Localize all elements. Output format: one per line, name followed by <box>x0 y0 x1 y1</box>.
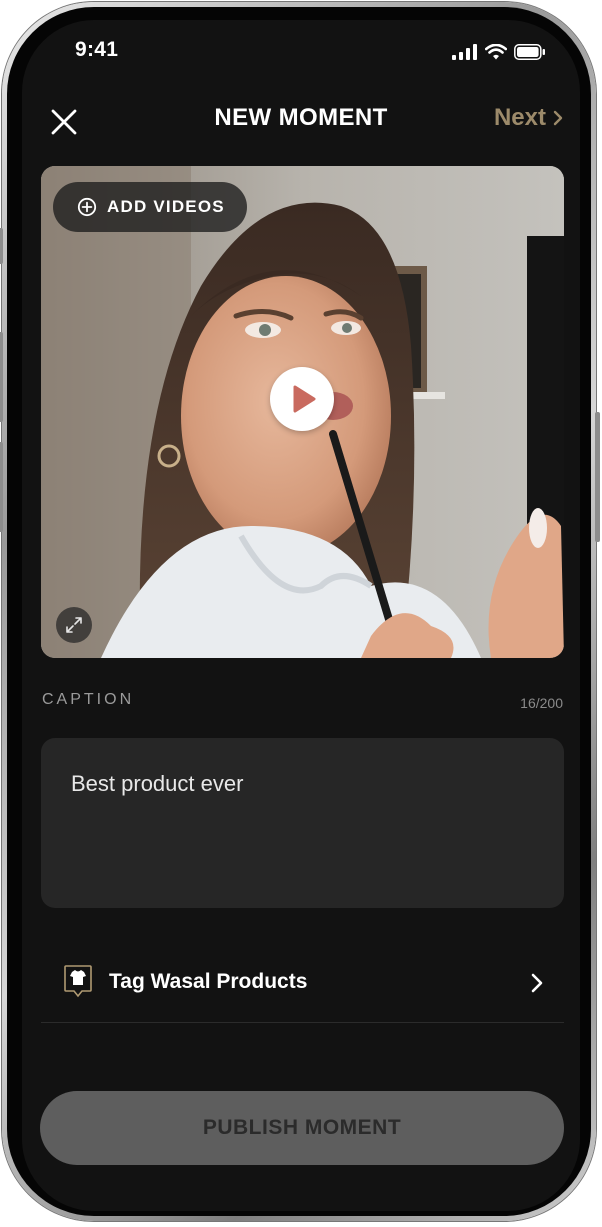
phone-side-button-left-3 <box>0 442 3 532</box>
header: NEW MOMENT Next <box>22 90 580 148</box>
play-button[interactable] <box>270 367 334 431</box>
expand-icon <box>66 617 82 633</box>
next-button[interactable]: Next <box>494 104 564 132</box>
tshirt-tag-icon <box>64 965 92 998</box>
status-time: 9:41 <box>75 38 119 61</box>
status-bar: 9:41 <box>22 20 580 80</box>
battery-icon <box>514 44 545 60</box>
tag-products-label: Tag Wasal Products <box>109 970 308 993</box>
cellular-signal-icon <box>452 44 477 60</box>
expand-button[interactable] <box>56 607 92 643</box>
phone-side-button-right <box>595 412 600 542</box>
phone-side-button-left-2 <box>0 332 3 422</box>
chevron-right-icon <box>531 973 543 993</box>
add-videos-label: ADD VIDEOS <box>107 197 225 216</box>
phone-side-button-left-1 <box>0 228 3 264</box>
chevron-right-icon <box>553 110 563 126</box>
caption-label: CAPTION <box>42 691 135 708</box>
caption-input[interactable]: Best product ever <box>41 738 564 908</box>
status-icons <box>452 42 546 62</box>
tag-products-row[interactable]: Tag Wasal Products <box>41 948 564 1023</box>
next-button-label: Next <box>493 104 546 131</box>
add-videos-button[interactable]: ADD VIDEOS <box>53 182 247 232</box>
publish-moment-button[interactable]: PUBLISH MOMENT <box>40 1091 564 1165</box>
wifi-icon <box>485 44 507 60</box>
video-preview[interactable]: ADD VIDEOS <box>41 166 564 658</box>
play-icon <box>293 385 316 413</box>
plus-circle-icon <box>77 197 97 217</box>
app-screen: 9:41 NEW MOMENT Next ADD VIDEOS CAPTION … <box>22 20 580 1211</box>
phone-frame: 9:41 NEW MOMENT Next ADD VIDEOS CAPTION … <box>0 2 600 1221</box>
caption-char-count: 16/200 <box>520 695 563 711</box>
